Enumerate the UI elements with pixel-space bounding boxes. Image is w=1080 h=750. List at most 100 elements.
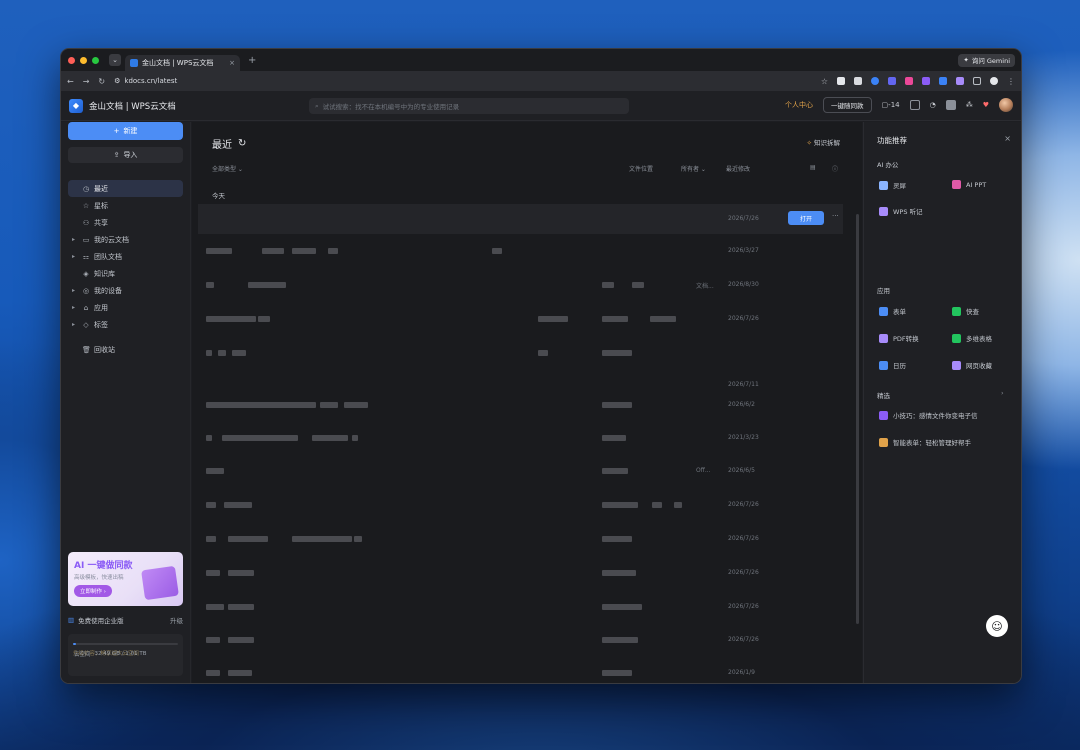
extension-icon[interactable] — [905, 77, 913, 85]
file-row[interactable]: 2026/7/26 — [198, 592, 843, 622]
new-button[interactable]: + 新建 — [68, 122, 183, 140]
forward-icon[interactable]: → — [83, 77, 90, 86]
extensions-puzzle-icon[interactable] — [973, 77, 981, 85]
chevron-right-icon[interactable]: › — [1001, 389, 1004, 397]
feature-item[interactable]: 表单 — [879, 306, 906, 316]
knowledge-button[interactable]: ✧ 知识拆解 — [806, 137, 840, 147]
feature-item[interactable]: 灵犀 — [879, 180, 906, 190]
bookmark-star-icon[interactable]: ☆ — [821, 77, 828, 86]
extension-icon[interactable] — [956, 77, 964, 85]
open-button[interactable]: 打开 — [788, 211, 824, 225]
feature-item[interactable]: 日历 — [879, 360, 906, 370]
file-row[interactable]: 2021/3/23 — [198, 423, 843, 453]
view-toggle-icon[interactable]: ▤ — [810, 164, 816, 171]
file-row[interactable]: 2026/7/26 — [198, 304, 843, 334]
more-icon[interactable]: ··· — [832, 212, 839, 220]
extension-icon[interactable] — [854, 77, 862, 85]
refresh-icon[interactable]: ↻ — [238, 138, 246, 149]
extension-icon[interactable] — [939, 77, 947, 85]
message-count[interactable]: ▢-14 — [882, 101, 900, 109]
extension-icon[interactable] — [888, 77, 896, 85]
personal-center-link[interactable]: 个人中心 — [785, 100, 813, 110]
assistant-robot-icon[interactable]: ☺ — [986, 615, 1008, 637]
close-icon[interactable]: × — [1004, 134, 1011, 143]
site-settings-icon[interactable]: ⚙ — [114, 77, 120, 85]
extension-icon[interactable] — [871, 77, 879, 85]
chevron-right-icon[interactable]: ▸ — [72, 321, 78, 328]
enterprise-label: 免费使用企业版 — [78, 617, 124, 625]
file-row[interactable]: 2026/7/26 — [198, 490, 843, 520]
blurred-text — [228, 536, 268, 542]
file-row[interactable]: 2026/1/9 — [198, 658, 843, 683]
ai-promo-card[interactable]: AI 一键做同款 高级模板，快速出稿 立即制作 › — [68, 552, 183, 606]
sidebar-item[interactable]: ▸ ◎ 我的设备 — [68, 282, 183, 299]
search-input[interactable]: ⌕ 试试搜索：找不在本机编号中为的专业使用记录 — [309, 98, 629, 114]
bell-icon[interactable]: ◔ — [930, 101, 936, 109]
feature-item[interactable]: WPS 听记 — [879, 206, 923, 216]
one-click-sync-button[interactable]: 一键随同款 — [823, 97, 872, 113]
chevron-right-icon[interactable]: ▸ — [72, 236, 78, 243]
url-field[interactable]: ⚙ kdocs.cn/latest — [114, 77, 177, 85]
sidebar-item[interactable]: ▸ ⚏ 团队文档 — [68, 248, 183, 265]
enterprise-row[interactable]: ▥ 免费使用企业版 升级 — [68, 613, 183, 627]
back-icon[interactable]: ← — [67, 77, 74, 86]
feature-item[interactable]: PDF转换 — [879, 333, 919, 343]
info-icon[interactable]: ⓘ — [832, 164, 838, 173]
file-row[interactable]: 2026/7/26 打开 ··· — [198, 204, 843, 234]
chevron-right-icon[interactable]: ▸ — [72, 287, 78, 294]
chevron-right-icon[interactable]: ▸ — [72, 253, 78, 260]
apps-grid-icon[interactable]: ⁂ — [966, 101, 973, 109]
feature-item[interactable]: AI PPT — [952, 180, 986, 189]
new-tab-button[interactable]: + — [248, 55, 256, 66]
feature-item[interactable]: 网页收藏 — [952, 360, 992, 370]
owner-filter[interactable]: 所有者 ⌄ — [681, 164, 706, 173]
blurred-text — [328, 248, 338, 254]
promo-button[interactable]: 立即制作 › — [74, 585, 112, 597]
sidebar-item[interactable]: 🗑 回收站 — [68, 341, 183, 358]
tab-close-icon[interactable]: × — [229, 59, 235, 67]
extension-icon[interactable] — [922, 77, 930, 85]
sidebar-item[interactable]: ▸ ◇ 标签 — [68, 316, 183, 333]
gemini-button[interactable]: ✦ 询问 Gemini — [958, 53, 1015, 67]
scrollbar[interactable] — [856, 214, 859, 624]
import-button[interactable]: ⇪ 导入 — [68, 147, 183, 163]
file-row[interactable]: Off... 2026/6/5 — [198, 456, 843, 486]
close-window-button[interactable] — [68, 56, 75, 64]
wps-logo-icon[interactable]: ◆ — [69, 98, 83, 113]
blurred-text — [650, 316, 676, 322]
profile-icon[interactable] — [990, 77, 998, 85]
file-row[interactable]: 文档... 2026/8/30 — [198, 270, 843, 300]
feature-item[interactable]: 智能表单：轻松管理好帮手 — [879, 437, 971, 447]
file-row[interactable]: 2026/3/27 — [198, 236, 843, 266]
maximize-window-button[interactable] — [92, 56, 99, 64]
feature-item[interactable]: 快查 — [952, 306, 979, 316]
sidebar-item[interactable]: ▸ ⌂ 应用 — [68, 299, 183, 316]
layout-icon[interactable] — [945, 100, 956, 110]
sidebar-item[interactable]: ▸ ▭ 我的云文档 — [68, 231, 183, 248]
file-row[interactable]: 2026/7/26 — [198, 558, 843, 588]
file-row[interactable] — [198, 338, 843, 368]
feature-item[interactable]: 多维表格 — [952, 333, 992, 343]
upgrade-link[interactable]: 升级 — [170, 615, 183, 625]
template-icon[interactable] — [909, 100, 920, 110]
sidebar-item[interactable]: ◷ 最近 — [68, 180, 183, 197]
browser-menu-icon[interactable]: ⋮ — [1007, 77, 1015, 86]
sidebar-item[interactable]: ☆ 星标 — [68, 197, 183, 214]
tab-menu-icon[interactable]: ⌄ — [109, 54, 121, 66]
sidebar-item[interactable]: ◈ 知识库 — [68, 265, 183, 282]
browser-tab[interactable]: 金山文档 | WPS云文档 × — [125, 55, 240, 71]
avatar[interactable] — [999, 98, 1013, 112]
file-row[interactable]: 2026/6/2 — [198, 390, 843, 420]
minimize-window-button[interactable] — [80, 56, 87, 64]
type-filter[interactable]: 全部类型 ⌄ — [212, 164, 243, 173]
chevron-right-icon[interactable]: ▸ — [72, 304, 78, 311]
gift-icon[interactable]: ♥ — [983, 101, 989, 109]
feature-item[interactable]: 小技巧：感情文件你变电子信 — [879, 410, 978, 420]
file-row[interactable]: 2026/7/26 — [198, 524, 843, 554]
sidebar-item-label: 我的设备 — [94, 286, 122, 295]
extension-icon[interactable] — [837, 77, 845, 85]
reload-icon[interactable]: ↻ — [98, 77, 105, 86]
file-row[interactable]: 2026/7/26 — [198, 625, 843, 655]
sidebar-item[interactable]: ⚇ 共享 — [68, 214, 183, 231]
blurred-text — [206, 435, 212, 441]
